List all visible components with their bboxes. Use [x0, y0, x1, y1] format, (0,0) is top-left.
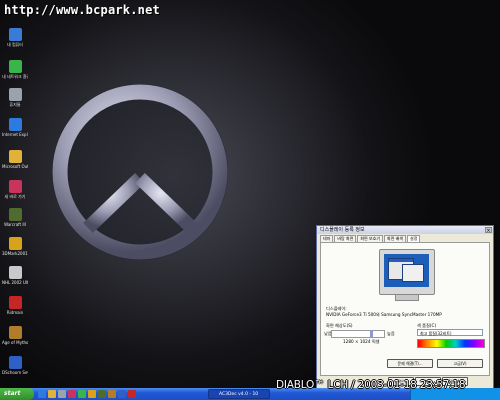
desktop[interactable]: http://www.bcpark.net 내 컴퓨터내 네트워크 환경휴지통 I…	[0, 0, 500, 388]
dialog-tabs: 테마 바탕 화면 화면 보호기 화면 배색 설정	[320, 235, 421, 242]
desktop-icon-label: Microsoft Outlook	[2, 164, 28, 169]
dialog-title-bar[interactable]: 디스플레이 등록 정보 ×	[317, 226, 493, 234]
internet-explorer-icon	[8, 118, 22, 131]
desktop-icon-item[interactable]: Warcraft III	[2, 208, 28, 227]
app-icon[interactable]	[98, 390, 106, 398]
desktop-icon-label: 내 네트워크 환경	[2, 74, 28, 79]
messenger-icon[interactable]	[78, 390, 86, 398]
tab-desktop[interactable]: 바탕 화면	[334, 235, 357, 242]
resolution-value: 1280 × 1024 픽셀	[343, 339, 380, 344]
dialog-title: 디스플레이 등록 정보	[320, 227, 365, 233]
folder-icon[interactable]	[48, 390, 56, 398]
desktop-icon-label: 3DMark2001 SE	[2, 251, 28, 256]
nhl-icon	[8, 266, 22, 279]
warcraft-icon	[8, 208, 22, 221]
tool-icon[interactable]	[108, 390, 116, 398]
resolution-slider[interactable]	[331, 330, 385, 338]
display-value: NVIDIA GeForce3 Ti 500와 Samsung SyncMast…	[326, 312, 442, 317]
desktop-icon-label: 휴지통	[9, 102, 21, 107]
display-properties-dialog: 디스플레이 등록 정보 × 테마 바탕 화면 화면 보호기 화면 배색 설정 디…	[316, 225, 494, 388]
game-icon[interactable]	[88, 390, 96, 398]
desktop-icon-item[interactable]: 새 바로 가기	[2, 180, 28, 199]
desktop-icon-label: 새 바로 가기	[4, 194, 26, 199]
quick-launch	[38, 390, 138, 398]
media-player-icon[interactable]	[68, 390, 76, 398]
outlook-icon	[8, 150, 22, 163]
desktop-icon-item[interactable]: 휴지통	[2, 88, 28, 107]
color-quality-label: 색 품질(C)	[417, 323, 437, 328]
desktop-icon-item[interactable]: Microsoft Outlook	[2, 150, 28, 169]
internet-explorer-icon[interactable]	[38, 390, 46, 398]
desktop-icon-item[interactable]: 내 컴퓨터	[2, 28, 28, 47]
settings-panel: 디스플레이: NVIDIA GeForce3 Ti 500와 Samsung S…	[320, 242, 490, 376]
close-icon[interactable]: ×	[485, 227, 492, 234]
signature-timestamp: DIABLO™ LCH / 2003-01-18 23:57:18	[276, 379, 466, 391]
preview-window-2	[402, 264, 424, 282]
tab-screensaver[interactable]: 화면 보호기	[357, 235, 384, 242]
desktop-icon-item[interactable]: Internet Explorer	[2, 118, 28, 137]
taskbar-item-ac3dec[interactable]: AC3Dec v4.0 - 10	[208, 389, 270, 399]
color-quality-select[interactable]: 최고 품질(32비트)	[417, 329, 483, 336]
advanced-button[interactable]: 고급(V)	[437, 359, 483, 368]
ridmain-icon	[8, 296, 22, 309]
monitor-stand	[395, 294, 419, 301]
shortcut-icon	[8, 180, 22, 193]
desktop-icon-item[interactable]: Age of Mythology	[2, 326, 28, 345]
tab-appearance[interactable]: 화면 배색	[384, 235, 407, 242]
resolution-high-label: 높음	[387, 331, 395, 336]
peace-sign-wallpaper	[52, 84, 228, 260]
color-spectrum-bar	[417, 339, 485, 348]
start-button[interactable]: start	[0, 388, 34, 400]
recycle-bin-icon	[8, 88, 22, 101]
display-label: 디스플레이:	[326, 306, 347, 311]
tab-themes[interactable]: 테마	[320, 235, 334, 242]
3dmark-icon	[8, 237, 22, 250]
desktop-icon-item[interactable]: DSchoom Sevice 991	[2, 356, 28, 375]
tab-settings[interactable]: 설정	[407, 235, 421, 242]
monitor-preview	[379, 249, 435, 295]
monitor-screen	[384, 254, 429, 287]
desktop-icon-label: Ridmain	[6, 310, 24, 315]
network-places-icon	[8, 60, 22, 73]
desktop-icon-label: Internet Explorer	[2, 132, 28, 137]
watermark-url: http://www.bcpark.net	[4, 3, 160, 17]
desktop-icon-item[interactable]: Ridmain	[2, 296, 28, 315]
resolution-label: 화면 해상도(S)	[326, 323, 353, 328]
desktop-icon-label: Warcraft III	[4, 222, 26, 227]
desktop-icon[interactable]	[58, 390, 66, 398]
desktop-icon-item[interactable]: 3DMark2001 SE	[2, 237, 28, 256]
desktop-icon-item[interactable]: 내 네트워크 환경	[2, 60, 28, 79]
desktop-icon-label: 내 컴퓨터	[7, 42, 23, 47]
age-of-mythology-icon	[8, 326, 22, 339]
troubleshoot-button[interactable]: 문제 해결(T)...	[387, 359, 433, 368]
desktop-icon-label: DSchoom Sevice 991	[2, 370, 28, 375]
player-icon[interactable]	[128, 390, 136, 398]
desktop-icon-label: Age of Mythology	[2, 340, 28, 345]
desktop-icon-label: NHL 2002 Ultimate ...	[2, 280, 28, 285]
slider-thumb[interactable]	[370, 330, 373, 337]
my-computer-icon	[8, 28, 22, 41]
utility-icon[interactable]	[118, 390, 126, 398]
desktop-icon-item[interactable]: NHL 2002 Ultimate ...	[2, 266, 28, 285]
service-icon	[8, 356, 22, 369]
